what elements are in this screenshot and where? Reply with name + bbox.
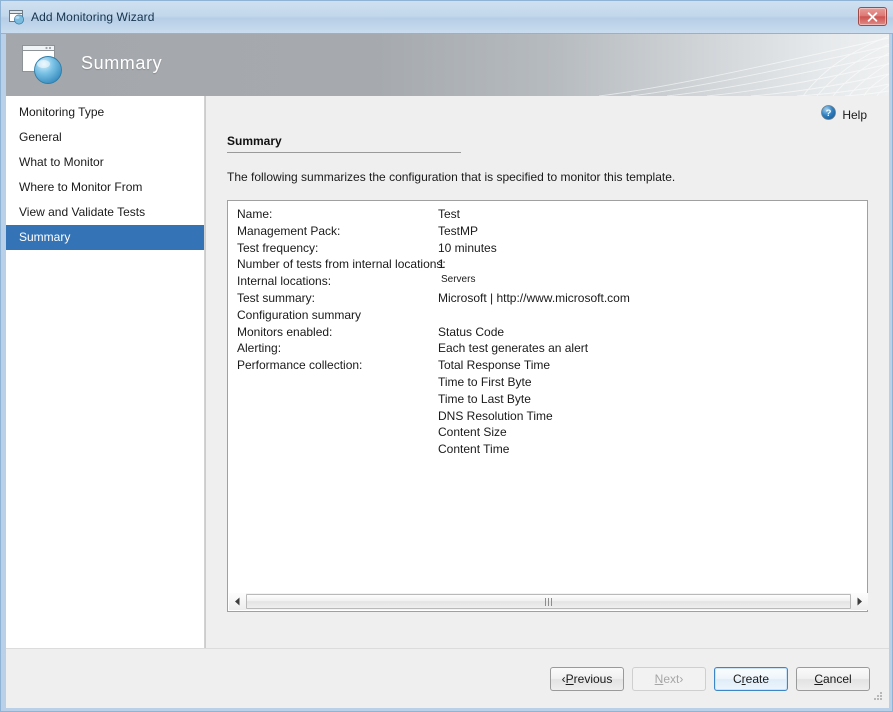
banner-title: Summary <box>81 53 163 73</box>
cancel-button-accel: C <box>814 672 823 686</box>
summary-box: Name: Test Management Pack: TestMP Test … <box>227 200 868 612</box>
svg-text:?: ? <box>826 108 832 119</box>
create-button[interactable]: Cr eate <box>714 667 788 691</box>
next-button-rest: ext <box>663 672 680 686</box>
next-button[interactable]: Next › <box>632 667 706 691</box>
scrollbar-thumb[interactable] <box>246 594 851 609</box>
sidebar-item-view-and-validate-tests[interactable]: View and Validate Tests <box>6 200 204 225</box>
summary-row: Time to First Byte <box>237 375 863 392</box>
sidebar-item-label: View and Validate Tests <box>19 205 146 219</box>
grip-dots-icon <box>545 597 552 606</box>
help-link[interactable]: ? Help <box>821 105 867 125</box>
summary-label: Monitors enabled: <box>237 324 333 339</box>
summary-value: Content Size <box>438 425 507 440</box>
summary-label: Test summary: <box>237 290 316 305</box>
summary-label: Configuration summary <box>237 307 362 322</box>
sidebar-item-general[interactable]: General <box>6 125 204 150</box>
summary-value: TestMP <box>438 223 479 238</box>
summary-row: Alerting: Each test generates an alert <box>237 341 863 358</box>
summary-row: Management Pack: TestMP <box>237 224 863 241</box>
window-title: Add Monitoring Wizard <box>31 10 155 24</box>
intro-text: The following summarizes the configurati… <box>227 170 676 184</box>
help-circle-icon: ? <box>821 105 837 125</box>
summary-value: Servers <box>441 274 476 286</box>
summary-value: Each test generates an alert <box>438 341 589 356</box>
previous-button-rest: revious <box>573 672 613 686</box>
next-button-suffix: › <box>679 672 684 686</box>
sidebar-item-what-to-monitor[interactable]: What to Monitor <box>6 150 204 175</box>
summary-value: Time to Last Byte <box>438 391 531 406</box>
wizard-step-sidebar: Monitoring Type General What to Monitor … <box>6 96 205 648</box>
summary-row: Test frequency: 10 minutes <box>237 241 863 258</box>
summary-label: Name: <box>237 207 273 221</box>
sidebar-item-label: Where to Monitor From <box>19 180 143 194</box>
wizard-footer: ‹ Previous Next › Cr eate Cancel <box>6 648 889 708</box>
page-title: Summary <box>227 134 282 148</box>
sidebar-item-label: What to Monitor <box>19 155 104 169</box>
wizard-header-banner: Summary <box>6 34 889 96</box>
sidebar-item-where-to-monitor-from[interactable]: Where to Monitor From <box>6 175 204 200</box>
summary-label: Performance collection: <box>237 358 363 373</box>
summary-label: Management Pack: <box>237 223 341 238</box>
summary-row: Number of tests from internal locations:… <box>237 257 863 274</box>
footer-button-row: ‹ Previous Next › Cr eate Cancel <box>550 667 870 691</box>
sidebar-item-summary[interactable]: Summary <box>6 225 204 250</box>
summary-label: Number of tests from internal locations: <box>237 257 446 272</box>
summary-value: Content Time <box>438 442 510 457</box>
cancel-button-rest: ancel <box>822 672 852 686</box>
sidebar-item-label: Summary <box>19 230 71 244</box>
summary-row: Content Time <box>237 442 863 459</box>
create-button-rest: eate <box>745 672 770 686</box>
wizard-content-panel: ? Help Summary The following summarizes … <box>206 96 889 648</box>
section-divider <box>227 152 461 153</box>
previous-button[interactable]: ‹ Previous <box>550 667 624 691</box>
wizard-page-globe-icon <box>19 39 71 91</box>
wizard-window: Add Monitoring Wizard Summary Monitoring… <box>0 0 893 712</box>
create-button-prefix: C <box>732 672 742 686</box>
summary-row: Time to Last Byte <box>237 392 863 409</box>
triangle-left-icon[interactable] <box>229 593 246 610</box>
summary-value: Time to First Byte <box>438 374 532 389</box>
close-icon[interactable] <box>858 7 887 26</box>
horizontal-scrollbar[interactable] <box>229 593 868 610</box>
summary-row: Test summary: Microsoft | http://www.mic… <box>237 291 863 308</box>
title-bar[interactable]: Add Monitoring Wizard <box>1 1 893 34</box>
scrollbar-track[interactable] <box>246 593 851 610</box>
triangle-right-icon[interactable] <box>851 593 868 610</box>
summary-row: Content Size <box>237 425 863 442</box>
summary-value: Status Code <box>438 324 505 339</box>
cancel-button[interactable]: Cancel <box>796 667 870 691</box>
summary-row: Name: Test <box>237 207 863 224</box>
summary-row: Internal locations: Servers <box>237 274 863 291</box>
summary-value: Total Response Time <box>438 358 551 373</box>
summary-label: Test frequency: <box>237 240 319 255</box>
resize-grip-icon[interactable] <box>871 689 883 701</box>
summary-value: DNS Resolution Time <box>438 408 553 423</box>
summary-row: Monitors enabled: Status Code <box>237 325 863 342</box>
summary-row: Performance collection: Total Response T… <box>237 358 863 375</box>
sidebar-item-label: Monitoring Type <box>19 105 105 119</box>
summary-value: Microsoft | http://www.microsoft.com <box>438 290 630 305</box>
wizard-body: Monitoring Type General What to Monitor … <box>6 96 889 648</box>
sidebar-item-monitoring-type[interactable]: Monitoring Type <box>6 100 204 125</box>
summary-list: Name: Test Management Pack: TestMP Test … <box>237 207 863 459</box>
summary-row: DNS Resolution Time <box>237 409 863 426</box>
banner-mesh-decoration <box>598 35 889 96</box>
summary-label: Alerting: <box>237 341 282 356</box>
sidebar-item-label: General <box>19 130 62 144</box>
summary-value: Test <box>438 207 461 221</box>
summary-label: Internal locations: <box>237 274 332 289</box>
summary-value: 1 <box>438 257 445 272</box>
help-label: Help <box>842 108 867 122</box>
summary-value: 10 minutes <box>438 240 497 255</box>
next-button-accel: N <box>654 672 664 686</box>
previous-button-accel: P <box>565 672 574 686</box>
wizard-window-icon <box>9 9 26 25</box>
summary-subheading: Configuration summary <box>237 308 863 325</box>
